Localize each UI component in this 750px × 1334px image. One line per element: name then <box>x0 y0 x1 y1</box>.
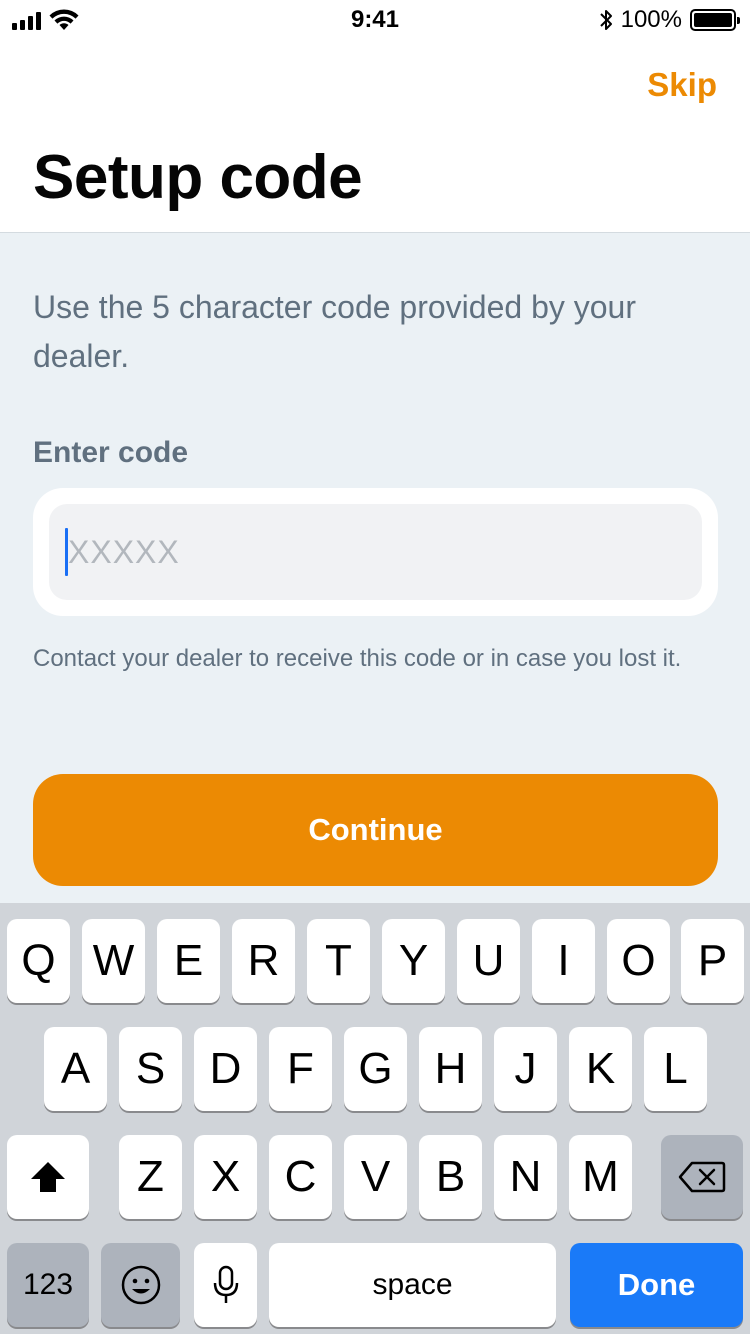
backspace-icon <box>678 1161 726 1193</box>
key-z[interactable]: Z <box>119 1135 182 1219</box>
description-text: Use the 5 character code provided by you… <box>33 289 636 374</box>
key-d[interactable]: D <box>194 1027 257 1111</box>
code-input[interactable] <box>49 504 702 600</box>
key-s[interactable]: S <box>119 1027 182 1111</box>
header: Skip Setup code <box>0 40 750 233</box>
helper-text: Contact your dealer to receive this code… <box>33 645 682 672</box>
key-m[interactable]: M <box>569 1135 632 1219</box>
key-r[interactable]: R <box>232 919 295 1003</box>
key-a[interactable]: A <box>44 1027 107 1111</box>
space-key[interactable]: space <box>269 1243 556 1327</box>
main-content: Use the 5 character code provided by you… <box>0 233 750 903</box>
numbers-key[interactable]: 123 <box>7 1243 89 1327</box>
code-field <box>49 504 702 600</box>
continue-button[interactable]: Continue <box>33 774 718 886</box>
key-n[interactable]: N <box>494 1135 557 1219</box>
status-right: 100% <box>599 6 740 34</box>
page-title: Setup code <box>33 143 363 212</box>
text-caret <box>65 528 68 576</box>
code-field-label: Enter code <box>33 436 189 469</box>
key-u[interactable]: U <box>457 919 520 1003</box>
done-key[interactable]: Done <box>570 1243 743 1327</box>
bluetooth-icon <box>599 10 612 30</box>
microphone-icon <box>213 1265 238 1303</box>
battery-icon <box>690 9 740 31</box>
key-c[interactable]: C <box>269 1135 332 1219</box>
key-w[interactable]: W <box>82 919 145 1003</box>
key-l[interactable]: L <box>644 1027 707 1111</box>
emoji-icon <box>121 1265 160 1305</box>
status-bar: 9:41 100% <box>0 0 750 40</box>
emoji-key[interactable] <box>101 1243 180 1327</box>
key-k[interactable]: K <box>569 1027 632 1111</box>
key-f[interactable]: F <box>269 1027 332 1111</box>
keyboard: Q W E R T Y U I O P A S D F G H J K L Z … <box>0 903 750 1334</box>
key-i[interactable]: I <box>532 919 595 1003</box>
key-b[interactable]: B <box>419 1135 482 1219</box>
key-g[interactable]: G <box>344 1027 407 1111</box>
key-t[interactable]: T <box>307 919 370 1003</box>
key-x[interactable]: X <box>194 1135 257 1219</box>
backspace-key[interactable] <box>661 1135 743 1219</box>
shift-key[interactable] <box>7 1135 89 1219</box>
dictation-key[interactable] <box>194 1243 257 1327</box>
key-y[interactable]: Y <box>382 919 445 1003</box>
key-v[interactable]: V <box>344 1135 407 1219</box>
key-h[interactable]: H <box>419 1027 482 1111</box>
shift-icon <box>31 1162 65 1192</box>
key-j[interactable]: J <box>494 1027 557 1111</box>
key-q[interactable]: Q <box>7 919 70 1003</box>
key-o[interactable]: O <box>607 919 670 1003</box>
key-e[interactable]: E <box>157 919 220 1003</box>
battery-percent: 100% <box>620 6 682 33</box>
code-field-container <box>33 488 718 616</box>
key-p[interactable]: P <box>681 919 744 1003</box>
skip-button[interactable]: Skip <box>647 66 717 104</box>
